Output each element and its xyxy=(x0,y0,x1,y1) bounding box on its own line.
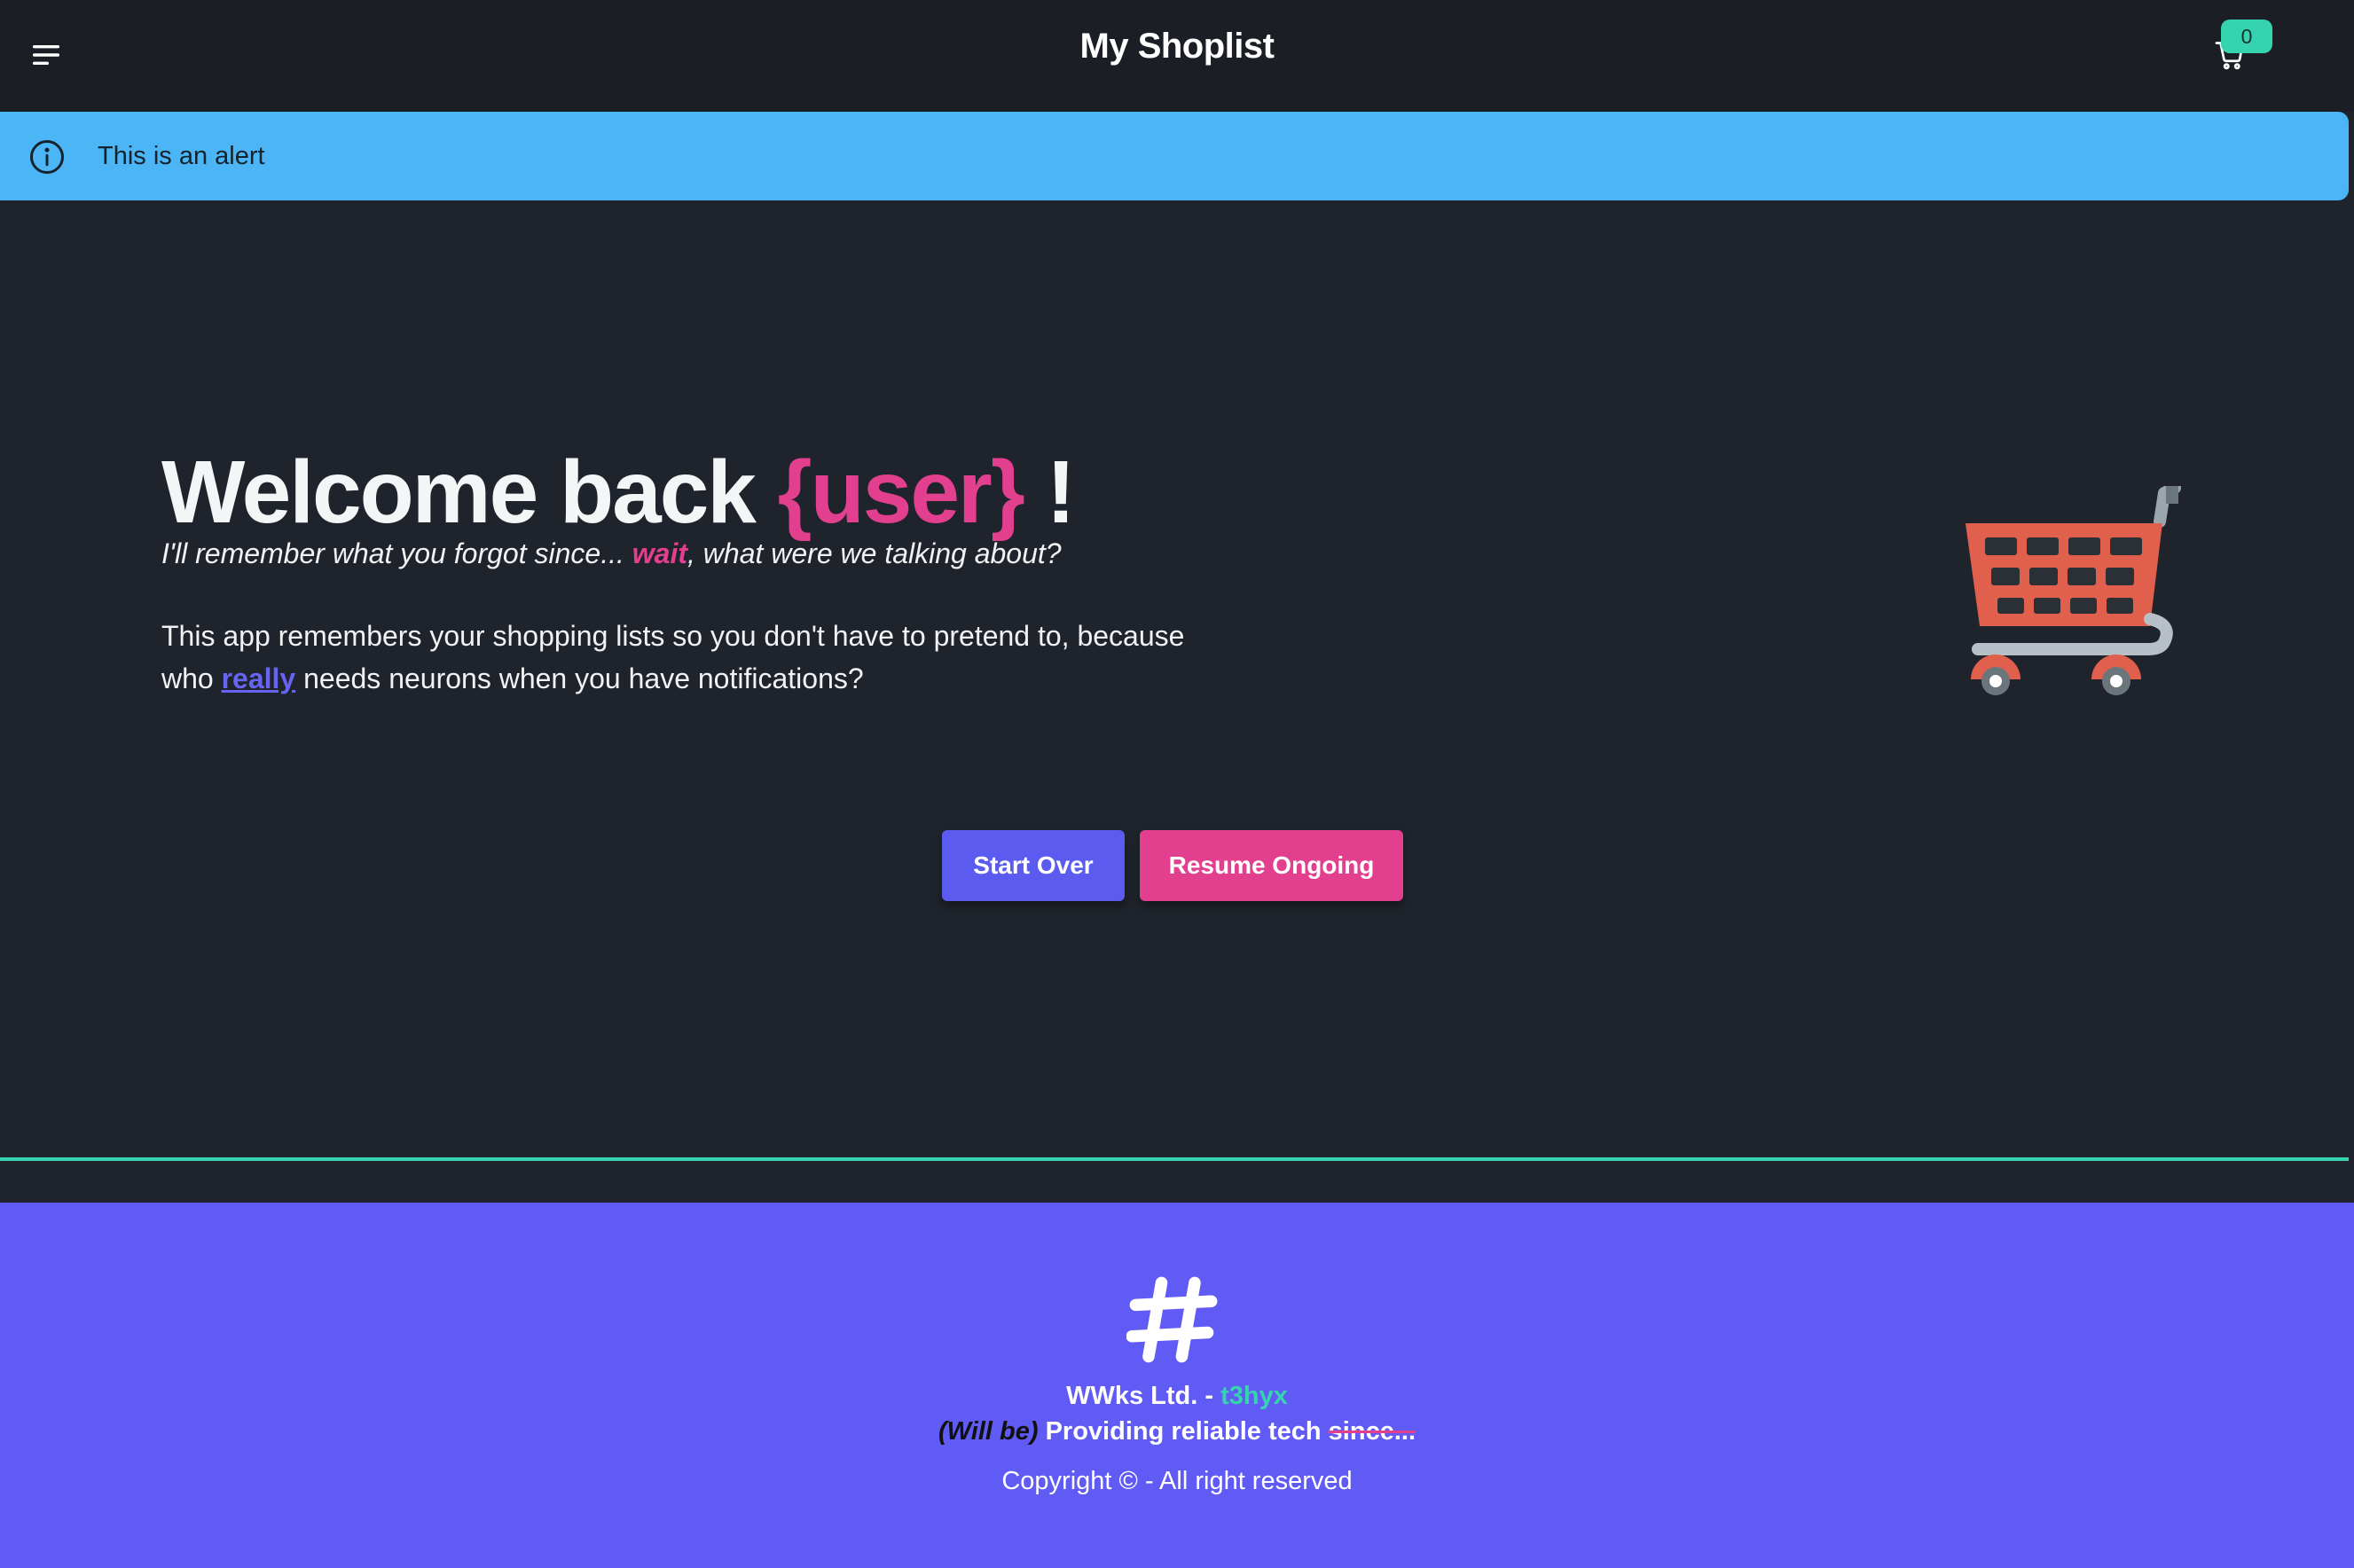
footer-company: WWks Ltd. - t3hyx xyxy=(0,1378,2354,1414)
footer-tagline-strike: since... xyxy=(1328,1417,1416,1446)
resume-ongoing-button[interactable]: Resume Ongoing xyxy=(1140,830,1403,901)
cart-count-badge: 0 xyxy=(2221,20,2272,53)
footer-tagline-main: Providing reliable tech xyxy=(1038,1417,1329,1446)
welcome-heading-prefix: Welcome back xyxy=(161,443,778,542)
start-over-button[interactable]: Start Over xyxy=(942,830,1125,901)
hero-subtitle-part2: , what were we talking about? xyxy=(687,537,1062,569)
footer-handle-link[interactable]: t3hyx xyxy=(1220,1382,1288,1410)
menu-button[interactable] xyxy=(20,32,73,78)
footer-tagline-italic: (Will be) xyxy=(938,1417,1039,1446)
welcome-heading-suffix: ! xyxy=(1023,443,1076,542)
footer-tagline: (Will be) Providing reliable tech since.… xyxy=(0,1414,2354,1449)
shopping-cart-illustration xyxy=(1966,486,2181,695)
alert-banner: This is an alert xyxy=(0,112,2349,200)
footer: WWks Ltd. - t3hyx (Will be) Providing re… xyxy=(0,1203,2354,1568)
section-divider xyxy=(0,1157,2349,1161)
app-title: My Shoplist xyxy=(1079,27,1275,66)
hero-description-part2: needs neurons when you have notification… xyxy=(295,662,864,694)
really-link[interactable]: really xyxy=(222,662,296,694)
hash-icon xyxy=(1126,1276,1218,1363)
menu-icon xyxy=(33,45,59,65)
hero-description: This app remembers your shopping lists s… xyxy=(161,615,1226,700)
footer-copyright: Copyright © - All right reserved xyxy=(1001,1467,1353,1495)
welcome-heading-user: {user} xyxy=(777,443,1025,542)
info-icon xyxy=(30,140,64,174)
navbar: My Shoplist 0 xyxy=(0,0,2354,112)
hero-subtitle-highlight: wait xyxy=(632,537,687,569)
footer-company-name: WWks Ltd. - xyxy=(1066,1382,1221,1410)
hero-subtitle: I'll remember what you forgot since... w… xyxy=(161,532,1062,575)
alert-text: This is an alert xyxy=(98,142,265,170)
hero-subtitle-part1: I'll remember what you forgot since... xyxy=(161,537,632,569)
